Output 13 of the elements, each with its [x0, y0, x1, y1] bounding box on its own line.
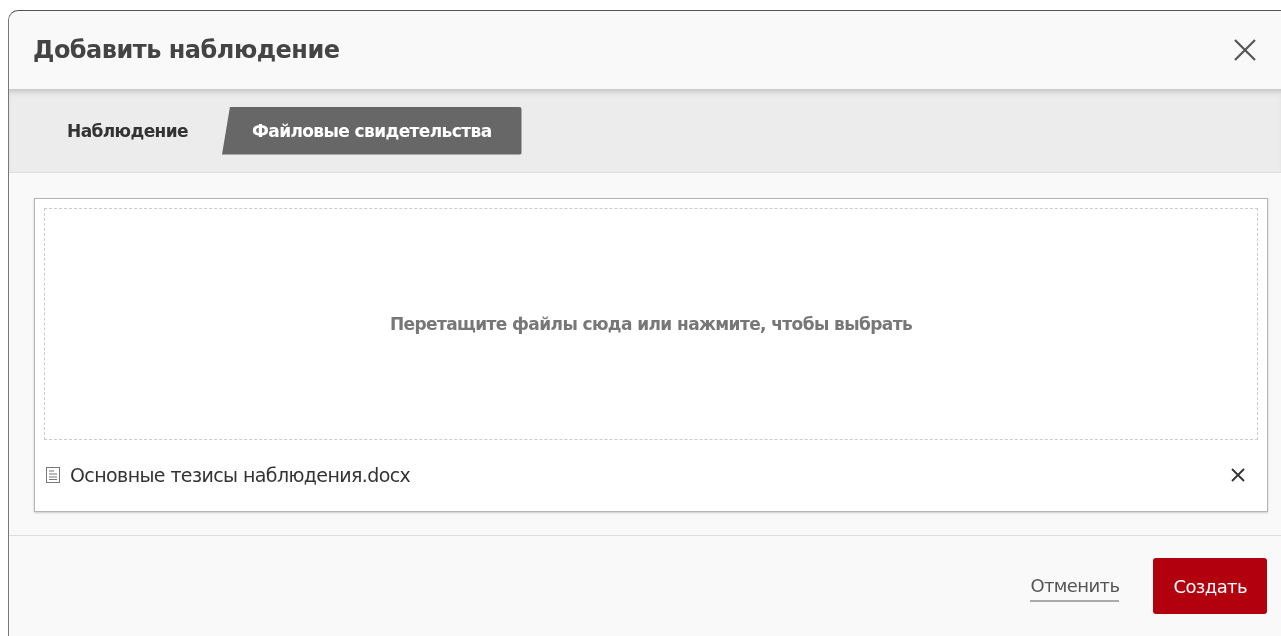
drop-zone-hint: Перетащите файлы сюда или нажмите, чтобы выбрать	[389, 314, 913, 334]
tab[interactable]: Файловые свидетельства	[222, 106, 522, 155]
tab[interactable]: Наблюдение	[49, 106, 206, 155]
document-icon	[46, 467, 60, 483]
close-button[interactable]	[1233, 38, 1257, 62]
remove-file-button[interactable]	[1230, 467, 1246, 483]
close-icon	[1230, 467, 1246, 483]
drop-zone[interactable]: Перетащите файлы сюда или нажмите, чтобы выбрать	[44, 208, 1258, 440]
create-button[interactable]: Создать	[1153, 558, 1267, 614]
file-name: Основные тезисы наблюдения.docx	[70, 464, 412, 486]
close-icon	[1233, 38, 1257, 62]
cancel-link[interactable]: Отменить	[1030, 570, 1120, 602]
dialog-title: Добавить наблюдение	[33, 36, 340, 64]
